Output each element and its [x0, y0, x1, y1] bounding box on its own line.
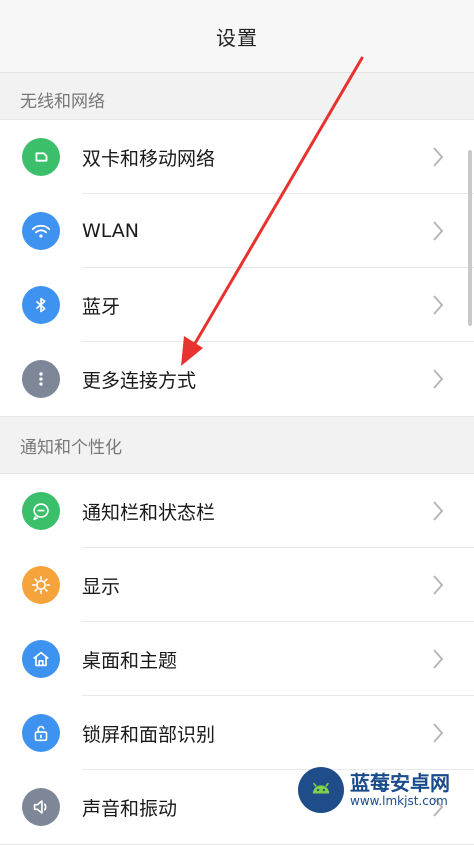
chevron-right-icon [433, 723, 444, 743]
lock-icon [22, 714, 60, 752]
notification-icon [22, 492, 60, 530]
brightness-icon [22, 566, 60, 604]
section-title: 通知和个性化 [20, 437, 122, 458]
watermark-name: 蓝莓安卓网 [350, 771, 450, 795]
speaker-icon [22, 788, 60, 826]
bluetooth-icon [22, 286, 60, 324]
settings-item-wlan[interactable]: WLAN [0, 194, 474, 268]
settings-item-label: 桌面和主题 [82, 649, 178, 672]
settings-item-dual-sim[interactable]: 双卡和移动网络 [0, 120, 474, 194]
chevron-right-icon [433, 221, 444, 241]
more-dots-icon [22, 360, 60, 398]
settings-item-label: 更多连接方式 [82, 369, 197, 392]
chevron-right-icon [433, 147, 444, 167]
chevron-right-icon [433, 501, 444, 521]
settings-item-desktop-theme[interactable]: 桌面和主题 [0, 622, 474, 696]
settings-item-display[interactable]: 显示 [0, 548, 474, 622]
chevron-right-icon [433, 295, 444, 315]
chevron-right-icon [433, 369, 444, 389]
chevron-right-icon [433, 575, 444, 595]
watermark: 蓝莓安卓网 www.lmkjst.com [298, 762, 474, 818]
page-title: 设置 [216, 25, 258, 50]
section-header-notifications: 通知和个性化 [0, 416, 474, 474]
settings-item-label: 通知栏和状态栏 [82, 501, 216, 524]
section-title: 无线和网络 [20, 91, 105, 112]
settings-item-lockscreen-face[interactable]: 锁屏和面部识别 [0, 696, 474, 770]
sim-card-icon [22, 138, 60, 176]
wifi-icon [22, 212, 60, 250]
watermark-url: www.lmkjst.com [350, 794, 448, 808]
settings-item-label: 声音和振动 [82, 797, 178, 820]
settings-item-label: WLAN [82, 220, 140, 242]
chevron-right-icon [433, 649, 444, 669]
home-icon [22, 640, 60, 678]
settings-item-notification-bar[interactable]: 通知栏和状态栏 [0, 474, 474, 548]
section-header-wireless: 无线和网络 [0, 73, 474, 125]
scrollbar[interactable] [468, 150, 472, 326]
settings-item-label: 显示 [82, 575, 121, 598]
android-logo-icon [298, 767, 344, 813]
settings-item-label: 锁屏和面部识别 [82, 723, 216, 746]
settings-item-label: 双卡和移动网络 [82, 147, 216, 170]
settings-item-more-connections[interactable]: 更多连接方式 [0, 342, 474, 416]
settings-item-bluetooth[interactable]: 蓝牙 [0, 268, 474, 342]
settings-item-label: 蓝牙 [82, 295, 121, 318]
title-bar: 设置 [0, 0, 474, 73]
wireless-settings-list: 双卡和移动网络 WLAN 蓝牙 更多连接方式 [0, 119, 474, 417]
